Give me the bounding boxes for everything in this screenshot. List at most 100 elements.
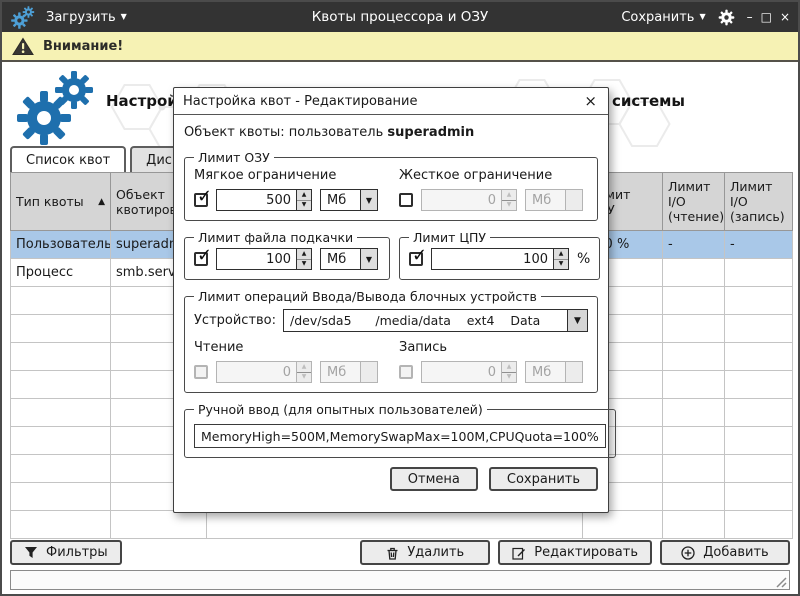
action-bar: Фильтры Удалить xyxy=(10,540,790,565)
close-button[interactable]: × xyxy=(780,11,790,23)
manual-input-legend: Ручной ввод (для опытных пользователей) xyxy=(194,402,487,417)
soft-limit-unit-dropdown[interactable]: Мб ▼ xyxy=(320,189,378,211)
save-button[interactable]: Сохранить xyxy=(489,467,598,491)
cancel-button[interactable]: Отмена xyxy=(390,467,478,491)
load-menu-label: Загрузить xyxy=(46,10,116,25)
swap-limit-legend: Лимит файла подкачки xyxy=(194,230,357,245)
spin-down-icon[interactable]: ▼ xyxy=(554,260,568,270)
dialog-title: Настройка квот - Редактирование xyxy=(183,94,582,109)
resize-grip[interactable] xyxy=(772,573,788,589)
column-io-read[interactable]: Лимит I/O (чтение) xyxy=(663,173,725,231)
hard-limit-checkbox[interactable] xyxy=(399,193,413,207)
spin-down-icon[interactable]: ▼ xyxy=(297,201,311,211)
spin-down-icon: ▼ xyxy=(297,373,311,383)
edit-button[interactable]: Редактировать xyxy=(498,540,652,565)
sort-asc-icon[interactable]: ▲ xyxy=(98,197,105,207)
cpu-limit-spinner[interactable]: 100 ▲ ▼ xyxy=(431,248,569,270)
io-write-label: Запись xyxy=(399,340,588,355)
add-button[interactable]: Добавить xyxy=(660,540,790,565)
swap-limit-value[interactable]: 100 xyxy=(217,249,296,269)
io-write-value: 0 xyxy=(422,362,501,382)
io-read-checkbox[interactable] xyxy=(194,365,208,379)
swap-limit-unit-dropdown[interactable]: Мб ▼ xyxy=(320,248,378,270)
unit-label: Мб xyxy=(526,362,565,382)
device-label: Устройство: xyxy=(194,313,276,328)
device-combobox[interactable]: /dev/sda5 /media/data ext4 Data ▼ xyxy=(283,309,588,332)
check-icon: ✓ xyxy=(197,245,212,266)
main-content: Настрой системы Список квот Диспетчер Т xyxy=(2,62,798,594)
soft-limit-checkbox[interactable]: ✓ xyxy=(194,193,208,207)
column-io-write[interactable]: Лимит I/O (запись) xyxy=(725,173,793,231)
spin-up-icon: ▲ xyxy=(297,362,311,373)
chevron-down-icon[interactable]: ▼ xyxy=(360,249,377,269)
chevron-down-icon: ▼ xyxy=(121,13,127,21)
cell-io-read: - xyxy=(663,231,725,259)
titlebar: Загрузить ▼ Квоты процессора и ОЗУ Сохра… xyxy=(2,2,798,32)
soft-limit-spinner[interactable]: 500 ▲ ▼ xyxy=(216,189,312,211)
chevron-down-icon xyxy=(565,190,582,210)
warning-banner: Внимание! xyxy=(2,32,798,62)
filters-label: Фильтры xyxy=(46,545,108,560)
maximize-button[interactable]: □ xyxy=(761,11,772,23)
spin-up-icon[interactable]: ▲ xyxy=(297,249,311,260)
load-menu-button[interactable]: Загрузить ▼ xyxy=(46,10,127,25)
ram-limit-group: Лимит ОЗУ Мягкое ограничение Жесткое огр… xyxy=(184,150,598,221)
quota-object-label: Объект квоты: пользователь xyxy=(184,125,383,140)
spin-down-icon: ▼ xyxy=(502,201,516,211)
io-write-checkbox[interactable] xyxy=(399,365,413,379)
cell-io-read xyxy=(663,259,725,287)
hard-limit-label: Жесткое ограничение xyxy=(399,168,588,183)
cell-io-write xyxy=(725,259,793,287)
save-menu-button[interactable]: Сохранить ▼ xyxy=(621,10,705,25)
tab-quota-list[interactable]: Список квот xyxy=(10,146,126,172)
dialog-close-button[interactable]: × xyxy=(582,94,599,109)
chevron-down-icon xyxy=(565,362,582,382)
device-value: /dev/sda5 /media/data ext4 Data xyxy=(284,310,567,331)
delete-button[interactable]: Удалить xyxy=(360,540,490,565)
page-heading-left: Настрой xyxy=(106,92,178,110)
swap-limit-spinner[interactable]: 100 ▲ ▼ xyxy=(216,248,312,270)
chevron-down-icon[interactable]: ▼ xyxy=(360,190,377,210)
cpu-limit-value[interactable]: 100 xyxy=(432,249,553,269)
cpu-limit-checkbox[interactable]: ✓ xyxy=(409,252,423,266)
check-icon: ✓ xyxy=(412,245,427,266)
minimize-button[interactable]: – xyxy=(747,11,753,23)
quota-object-value: superadmin xyxy=(387,125,474,140)
soft-limit-value[interactable]: 500 xyxy=(217,190,296,210)
chevron-down-icon[interactable]: ▼ xyxy=(567,310,587,331)
warning-icon xyxy=(12,37,34,56)
settings-gear-icon[interactable] xyxy=(718,9,735,26)
swap-limit-group: Лимит файла подкачки ✓ 100 ▲ ▼ xyxy=(184,230,390,280)
dialog-titlebar: Настройка квот - Редактирование × xyxy=(174,88,608,115)
app-logo-icon xyxy=(10,6,36,29)
spin-down-icon: ▼ xyxy=(502,373,516,383)
page-heading-right: системы xyxy=(612,92,685,110)
spin-up-icon[interactable]: ▲ xyxy=(554,249,568,260)
trash-icon xyxy=(386,546,399,560)
unit-label: Мб xyxy=(321,362,360,382)
filters-button[interactable]: Фильтры xyxy=(10,540,122,565)
chevron-down-icon xyxy=(360,362,377,382)
spin-up-icon[interactable]: ▲ xyxy=(297,190,311,201)
manual-input-group: Ручной ввод (для опытных пользователей) … xyxy=(184,402,616,458)
io-read-label: Чтение xyxy=(194,340,383,355)
unit-label: Мб xyxy=(321,190,360,210)
delete-label: Удалить xyxy=(407,545,464,560)
ram-limit-legend: Лимит ОЗУ xyxy=(194,150,274,165)
column-label: Тип квоты xyxy=(16,194,84,209)
io-read-spinner: 0 ▲ ▼ xyxy=(216,361,312,383)
app-logo-large xyxy=(14,70,98,146)
add-label: Добавить xyxy=(703,545,768,560)
io-limit-group: Лимит операций Ввода/Вывода блочных устр… xyxy=(184,289,598,393)
column-label: Лимит I/O (чтение) xyxy=(668,179,724,224)
check-icon: ✓ xyxy=(197,186,212,207)
io-write-unit-dropdown: Мб xyxy=(525,361,583,383)
filter-icon xyxy=(24,546,38,559)
swap-limit-checkbox[interactable]: ✓ xyxy=(194,252,208,266)
spin-down-icon[interactable]: ▼ xyxy=(297,260,311,270)
hard-limit-spinner: 0 ▲ ▼ xyxy=(421,189,517,211)
io-read-unit-dropdown: Мб xyxy=(320,361,378,383)
status-bar xyxy=(10,570,790,590)
manual-input-field[interactable]: MemoryHigh=500M,MemorySwapMax=100M,CPUQu… xyxy=(194,424,606,448)
column-quota-type[interactable]: Тип квоты ▲ xyxy=(11,173,111,231)
